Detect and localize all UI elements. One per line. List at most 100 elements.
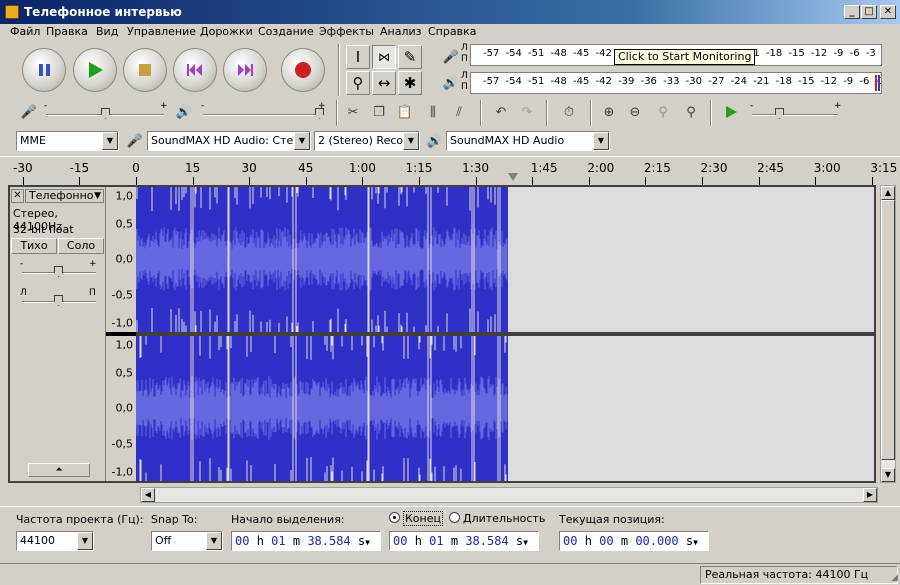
close-button[interactable]: ✕	[880, 5, 896, 19]
menu-tracks[interactable]: Дорожки	[200, 25, 253, 38]
waveform-right-channel[interactable]	[135, 336, 874, 481]
ruler-tick-label: 2:45	[757, 161, 785, 175]
menu-analyze[interactable]: Анализ	[380, 25, 422, 38]
ruler-tick	[702, 177, 703, 185]
sync-lock-button[interactable]: ⏱	[558, 101, 580, 123]
end-radio[interactable]: Конец	[389, 511, 443, 526]
project-rate-select[interactable]: 44100 ▼	[16, 531, 94, 551]
zoom-in-icon: ⊕	[603, 104, 615, 120]
silence-button[interactable]: ⫽	[448, 101, 470, 123]
project-rate-label: Частота проекта (Гц):	[16, 513, 144, 526]
separator	[710, 100, 712, 126]
track-name-menu[interactable]: Телефонно ▼	[25, 189, 104, 203]
trim-button[interactable]: ⫼	[422, 101, 444, 123]
multi-tool[interactable]: ✱	[398, 71, 422, 95]
pan-left-label: Л	[20, 288, 27, 298]
draw-tool[interactable]: ✎	[398, 45, 422, 69]
copy-icon: ❐	[373, 104, 385, 120]
vertical-scroll-thumb[interactable]	[881, 200, 895, 460]
separator	[546, 100, 548, 126]
play-button[interactable]	[73, 48, 117, 92]
menu-effects[interactable]: Эффекты	[319, 25, 374, 38]
ruler-tick-label: 3:00	[813, 161, 841, 175]
menu-file[interactable]: Файл	[10, 25, 40, 38]
menu-view[interactable]: Вид	[96, 25, 118, 38]
zoom-out-button[interactable]: ⊖	[624, 101, 646, 123]
length-label: Длительность	[463, 512, 546, 525]
length-radio[interactable]: Длительность	[449, 512, 545, 525]
menu-generate[interactable]: Создание	[258, 25, 314, 38]
scroll-up-button[interactable]: ▲	[881, 186, 895, 200]
snap-to-select[interactable]: Off ▼	[151, 531, 223, 551]
play-speed-thumb[interactable]	[775, 108, 784, 119]
actual-rate-text: Реальная частота: 44100 Гц	[705, 568, 869, 581]
track-close-button[interactable]: ✕	[11, 189, 24, 203]
selection-start-time[interactable]: 00 h 01 m 38.584 s▼	[231, 531, 381, 551]
timeline-ruler[interactable]: -30 -15 0 15 30 45 1:00 1:15 1:30 1:45 2:00 2:15 2:3…	[0, 156, 900, 185]
envelope-tool[interactable]: ⋈	[372, 45, 396, 69]
current-position-time[interactable]: 00 h 00 m 00.000 s▼	[559, 531, 709, 551]
skip-start-button[interactable]	[173, 48, 217, 92]
channels-select[interactable]: 2 (Stereo) Record ▼	[314, 131, 420, 151]
timeshift-tool[interactable]: ↔	[372, 71, 396, 95]
cut-button[interactable]: ✂	[342, 101, 364, 123]
mute-button[interactable]: Тихо	[11, 238, 57, 254]
scroll-down-button[interactable]: ▼	[881, 468, 895, 482]
y-label: -0,5	[111, 437, 133, 451]
vertical-scrollbar[interactable]: ▲ ▼	[880, 185, 896, 483]
status-bar: Реальная частота: 44100 Гц ◢	[0, 563, 900, 585]
ruler-tick-label: 15	[184, 161, 201, 175]
y-label: 0,0	[115, 252, 134, 266]
zoom-in-button[interactable]: ⊕	[598, 101, 620, 123]
zoom-tool[interactable]: ⚲	[346, 71, 370, 95]
title-bar[interactable]: Телефонное интервью _ □ ✕	[0, 0, 900, 24]
gain-thumb[interactable]	[54, 266, 63, 277]
solo-button[interactable]: Соло	[58, 238, 104, 254]
skip-end-button[interactable]	[223, 48, 267, 92]
y-label: 0,5	[115, 217, 134, 231]
output-device-select[interactable]: SoundMAX HD Audio ▼	[446, 131, 610, 151]
y-label: -0,5	[111, 288, 133, 302]
chevron-down-icon: ▼	[102, 132, 118, 150]
input-device-select[interactable]: SoundMAX HD Audio: Стерео ▼	[147, 131, 311, 151]
horizontal-scrollbar[interactable]: ◀ ▶	[140, 487, 878, 503]
selection-tool[interactable]: I	[346, 45, 370, 69]
menu-help[interactable]: Справка	[428, 25, 476, 38]
play-at-speed-button[interactable]	[720, 101, 742, 123]
pan-thumb[interactable]	[54, 295, 63, 306]
output-volume-slider[interactable]	[203, 114, 321, 116]
redo-button[interactable]: ↷	[516, 101, 538, 123]
play-speed-slider[interactable]	[752, 114, 838, 116]
paste-button[interactable]: 📋	[394, 101, 416, 123]
monitor-tooltip: Click to Start Monitoring	[614, 49, 756, 65]
output-volume-thumb[interactable]	[315, 108, 324, 119]
record-button[interactable]	[281, 48, 325, 92]
scroll-left-button[interactable]: ◀	[141, 488, 155, 502]
menu-transport[interactable]: Управление	[127, 25, 196, 38]
menu-edit[interactable]: Правка	[46, 25, 88, 38]
host-select[interactable]: MME ▼	[16, 131, 119, 151]
scroll-right-button[interactable]: ▶	[863, 488, 877, 502]
resize-grip-icon[interactable]: ◢	[891, 573, 898, 583]
maximize-button[interactable]: □	[861, 5, 877, 19]
collapse-track-button[interactable]: ⏶	[28, 463, 90, 477]
playback-meter-icon[interactable]: 🔊	[440, 72, 462, 94]
record-meter-icon[interactable]: 🎤	[440, 46, 462, 68]
pan-right-label: П	[89, 288, 96, 298]
y-label: 0,0	[115, 401, 134, 415]
waveform-left-channel[interactable]	[135, 187, 874, 332]
pause-button[interactable]	[22, 48, 66, 92]
undo-button[interactable]: ↶	[490, 101, 512, 123]
fit-project-button[interactable]: ⚲	[680, 101, 702, 123]
fit-selection-button[interactable]: ⚲	[652, 101, 674, 123]
i-beam-icon: I	[355, 48, 361, 66]
playback-meter[interactable]: -57 -54 -51 -48 -45 -42 -39 -36 -33 -30 …	[470, 72, 882, 94]
host-value: MME	[20, 134, 46, 147]
slider-plus: +	[160, 101, 168, 111]
minimize-button[interactable]: _	[844, 5, 860, 19]
stop-button[interactable]	[123, 48, 167, 92]
selection-end-time[interactable]: 00 h 01 m 38.584 s▼	[389, 531, 539, 551]
copy-button[interactable]: ❐	[368, 101, 390, 123]
track-control-panel: ✕ Телефонно ▼ Стерео, 44100Hz 32-bit flo…	[10, 187, 106, 481]
input-volume-thumb[interactable]	[101, 108, 110, 119]
